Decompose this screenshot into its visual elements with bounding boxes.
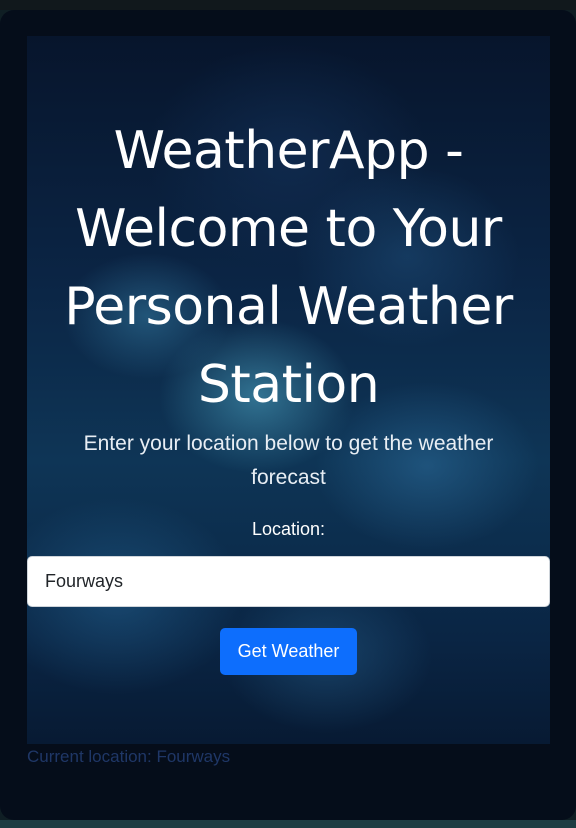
get-weather-button[interactable]: Get Weather	[220, 628, 357, 675]
screen-frame: WeatherApp - Welcome to Your Personal We…	[0, 0, 576, 828]
hero-section: WeatherApp - Welcome to Your Personal We…	[27, 36, 550, 744]
location-label: Location:	[251, 519, 326, 539]
page-subtitle: Enter your location below to get the wea…	[83, 432, 494, 489]
page-title: WeatherApp - Welcome to Your Personal We…	[64, 121, 513, 415]
top-edge	[0, 0, 576, 10]
current-location-text: Current location: Fourways	[27, 747, 231, 766]
location-input[interactable]	[27, 556, 550, 607]
bottom-edge	[0, 820, 576, 828]
